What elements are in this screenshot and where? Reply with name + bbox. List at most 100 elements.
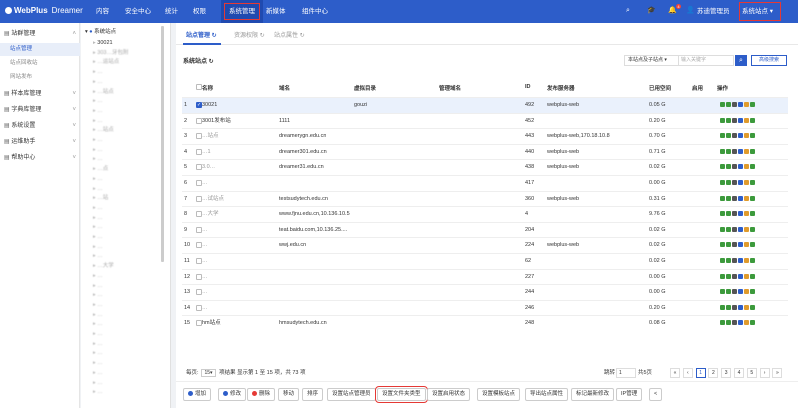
table-row[interactable]: 7 …试站点 testsudytech.edu.cn 360 webplus-web 0.… — [182, 190, 788, 207]
sidebar-group-4[interactable]: ▤ 运维助手 ˅ — [0, 135, 80, 149]
tree-root[interactable]: ▾ ● 系统站点 — [85, 27, 116, 38]
operation-icon[interactable] — [726, 195, 731, 201]
operation-icon[interactable] — [744, 242, 749, 248]
table-row[interactable]: 9 … teat.baidu.com,10.136.25.... 204 0.02 G — [182, 221, 788, 238]
page-button[interactable]: 3 — [721, 368, 732, 378]
operation-icon[interactable] — [744, 226, 749, 232]
enabled-indicator[interactable] — [692, 238, 694, 253]
operation-icon[interactable] — [732, 320, 737, 326]
action-button-1[interactable]: 修改 — [218, 388, 247, 401]
graduation-cap-icon[interactable]: 🎓 — [647, 7, 656, 15]
action-button-8[interactable]: 设置模板站点 — [477, 388, 521, 401]
operation-icon[interactable] — [738, 164, 743, 170]
cell-name[interactable]: …试站点 — [202, 192, 224, 207]
sidebar-group-5[interactable]: ▤ 帮助中心 ˅ — [0, 151, 80, 165]
operation-icon[interactable] — [744, 211, 749, 217]
page-size-select[interactable]: 15▾ — [201, 369, 216, 377]
operation-icon[interactable] — [732, 117, 737, 123]
table-row[interactable]: 11 … 62 0.02 G — [182, 253, 788, 269]
action-button-12[interactable]: < — [649, 388, 663, 401]
bell-icon[interactable]: 🔔 — [668, 7, 677, 15]
action-button-7[interactable]: 设置启用状态 — [427, 388, 471, 401]
operation-icon[interactable] — [720, 258, 725, 263]
page-button[interactable]: « — [670, 368, 680, 378]
page-button[interactable]: 5 — [746, 368, 757, 378]
table-row[interactable]: 12 … 227 0.00 G — [182, 268, 788, 285]
operation-icon[interactable] — [738, 102, 743, 107]
table-row[interactable]: 13 … 244 0.00 G — [182, 284, 788, 300]
operation-icon[interactable] — [726, 320, 731, 326]
operation-icon[interactable] — [738, 148, 743, 154]
cell-name[interactable]: 3001发布站 — [202, 114, 231, 129]
action-button-11[interactable]: IP管理 — [616, 388, 643, 401]
operation-icon[interactable] — [732, 133, 737, 139]
operation-icon[interactable] — [732, 164, 737, 170]
action-button-3[interactable]: 移动 — [278, 388, 300, 401]
operation-icon[interactable] — [738, 180, 743, 185]
operation-icon[interactable] — [750, 133, 755, 139]
operation-icon[interactable] — [720, 117, 725, 123]
operation-icon[interactable] — [750, 304, 755, 310]
enabled-indicator[interactable] — [692, 254, 694, 269]
operation-icon[interactable] — [750, 242, 755, 248]
operation-icon[interactable] — [720, 195, 725, 201]
cell-name[interactable]: … — [202, 238, 208, 253]
operation-icon[interactable] — [720, 273, 725, 279]
operation-icon[interactable] — [744, 148, 749, 154]
action-button-5[interactable]: 设置站点管理员 — [327, 388, 376, 401]
action-button-6[interactable]: 设置文件夹类型 — [375, 386, 428, 403]
operation-icon[interactable] — [726, 258, 731, 263]
sidebar-group-3[interactable]: ▤ 系统设置 ˅ — [0, 119, 80, 133]
operation-icon[interactable] — [744, 320, 749, 326]
tree-scrollbar[interactable] — [161, 26, 164, 262]
operation-icon[interactable] — [738, 304, 743, 310]
sidebar-item-0-1[interactable]: 站点回收站 — [0, 57, 80, 70]
operation-icon[interactable] — [750, 289, 755, 295]
enabled-indicator[interactable] — [692, 223, 694, 238]
nav-item-3[interactable]: 权限 — [193, 0, 206, 23]
operation-icon[interactable] — [744, 117, 749, 123]
operation-icon[interactable] — [738, 133, 743, 139]
enabled-indicator[interactable] — [692, 176, 694, 191]
action-button-4[interactable]: 排序 — [302, 388, 324, 401]
operation-icon[interactable] — [750, 320, 755, 326]
sidebar-group-2[interactable]: ▤ 字典库管理 ˅ — [0, 103, 80, 117]
operation-icon[interactable] — [720, 148, 725, 154]
site-switch-button[interactable]: 系统站点 ▾ — [738, 1, 782, 22]
operation-icon[interactable] — [726, 102, 731, 107]
operation-icon[interactable] — [726, 304, 731, 310]
tab-2[interactable]: 站点属性 ↻ — [274, 30, 305, 39]
table-row[interactable]: 15 hm站点 hmsudytech.edu.cn 248 0.08 G — [182, 315, 788, 331]
cell-name[interactable]: … — [202, 223, 208, 238]
enabled-indicator[interactable] — [692, 192, 694, 207]
nav-item-0[interactable]: 内容 — [96, 0, 109, 23]
cell-name[interactable]: … — [202, 176, 208, 191]
operation-icon[interactable] — [750, 211, 755, 217]
nav-item-5[interactable]: 新媒体 — [266, 0, 286, 23]
enabled-indicator[interactable] — [692, 98, 694, 113]
operation-icon[interactable] — [738, 226, 743, 232]
operation-icon[interactable] — [738, 117, 743, 123]
page-button[interactable]: 1 — [695, 368, 706, 378]
enabled-indicator[interactable] — [692, 207, 694, 222]
operation-icon[interactable] — [738, 273, 743, 279]
table-row[interactable]: 4 …1 dreamer301.edu.cn 440 webplus-web 0.71 G — [182, 143, 788, 160]
sidebar-group-1[interactable]: ▤ 样本库管理 ˅ — [0, 87, 80, 101]
operation-icon[interactable] — [744, 289, 749, 295]
operation-icon[interactable] — [732, 226, 737, 232]
operation-icon[interactable] — [726, 117, 731, 123]
operation-icon[interactable] — [720, 211, 725, 217]
table-row[interactable]: 8 …大学 www.fjnu.edu.cn,10.136.10.5 4 9.76 G — [182, 206, 788, 222]
operation-icon[interactable] — [732, 258, 737, 263]
operation-icon[interactable] — [720, 304, 725, 310]
sidebar-group-0[interactable]: ▤ 站群管理 ˄ — [0, 27, 80, 41]
operation-icon[interactable] — [738, 211, 743, 217]
operation-icon[interactable] — [720, 102, 725, 107]
page-button[interactable]: » — [772, 368, 783, 378]
enabled-indicator[interactable] — [692, 316, 694, 331]
operation-icon[interactable] — [726, 180, 731, 185]
operation-icon[interactable] — [744, 102, 749, 107]
search-icon[interactable]: ⌕ — [624, 7, 632, 15]
cell-name[interactable]: …1 — [202, 145, 211, 160]
cell-name[interactable]: …大学 — [202, 207, 219, 222]
